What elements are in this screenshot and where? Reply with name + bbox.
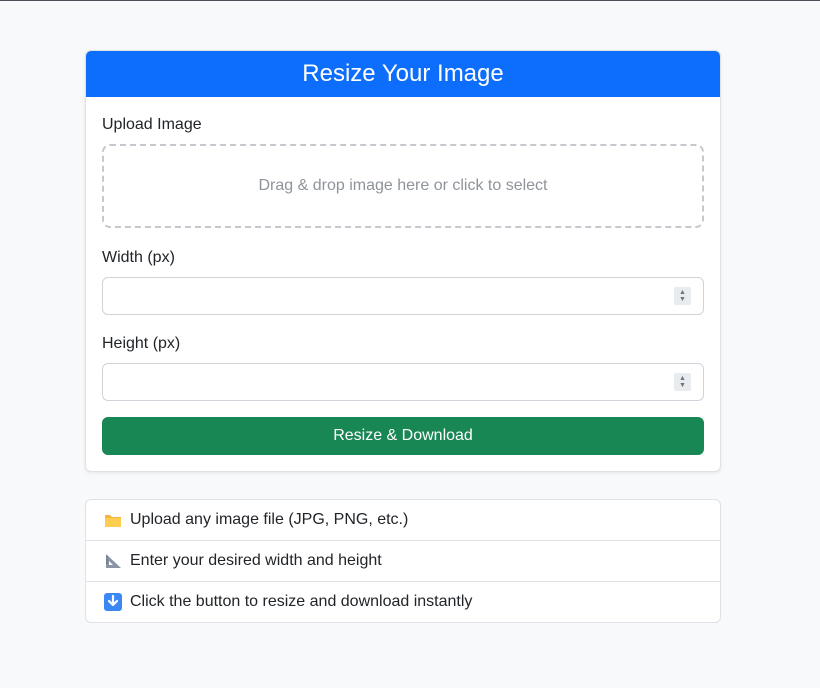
dropzone-text: Drag & drop image here or click to selec… bbox=[258, 177, 548, 194]
chevron-down-icon[interactable]: ▼ bbox=[679, 382, 686, 389]
list-item: Enter your desired width and height bbox=[86, 540, 720, 581]
image-dropzone[interactable]: Drag & drop image here or click to selec… bbox=[102, 144, 704, 228]
instructions-list: Upload any image file (JPG, PNG, etc.) E… bbox=[85, 499, 721, 623]
height-label: Height (px) bbox=[102, 335, 181, 352]
chevron-down-icon[interactable]: ▼ bbox=[679, 296, 686, 303]
card-body: Upload Image Drag & drop image here or c… bbox=[86, 97, 720, 471]
list-item: Upload any image file (JPG, PNG, etc.) bbox=[86, 500, 720, 540]
folder-icon bbox=[103, 510, 123, 530]
resize-download-button[interactable]: Resize & Download bbox=[102, 417, 704, 455]
height-input[interactable] bbox=[102, 363, 704, 401]
instruction-text: Click the button to resize and download … bbox=[130, 593, 473, 610]
resize-card: Resize Your Image Upload Image Drag & dr… bbox=[85, 50, 721, 472]
list-item: Click the button to resize and download … bbox=[86, 581, 720, 622]
card-header: Resize Your Image bbox=[86, 51, 720, 97]
down-arrow-icon bbox=[103, 592, 123, 612]
width-label: Width (px) bbox=[102, 249, 175, 266]
instruction-text: Enter your desired width and height bbox=[130, 552, 382, 569]
chevron-up-icon[interactable]: ▲ bbox=[679, 375, 686, 382]
height-field: ▲ ▼ bbox=[102, 363, 704, 401]
width-field: ▲ ▼ bbox=[102, 277, 704, 315]
chevron-up-icon[interactable]: ▲ bbox=[679, 289, 686, 296]
triangular-ruler-icon bbox=[103, 551, 123, 571]
card-title: Resize Your Image bbox=[302, 60, 504, 87]
width-spinner[interactable]: ▲ ▼ bbox=[674, 287, 691, 305]
height-spinner[interactable]: ▲ ▼ bbox=[674, 373, 691, 391]
width-input[interactable] bbox=[102, 277, 704, 315]
upload-label: Upload Image bbox=[102, 116, 202, 133]
instruction-text: Upload any image file (JPG, PNG, etc.) bbox=[130, 511, 409, 528]
